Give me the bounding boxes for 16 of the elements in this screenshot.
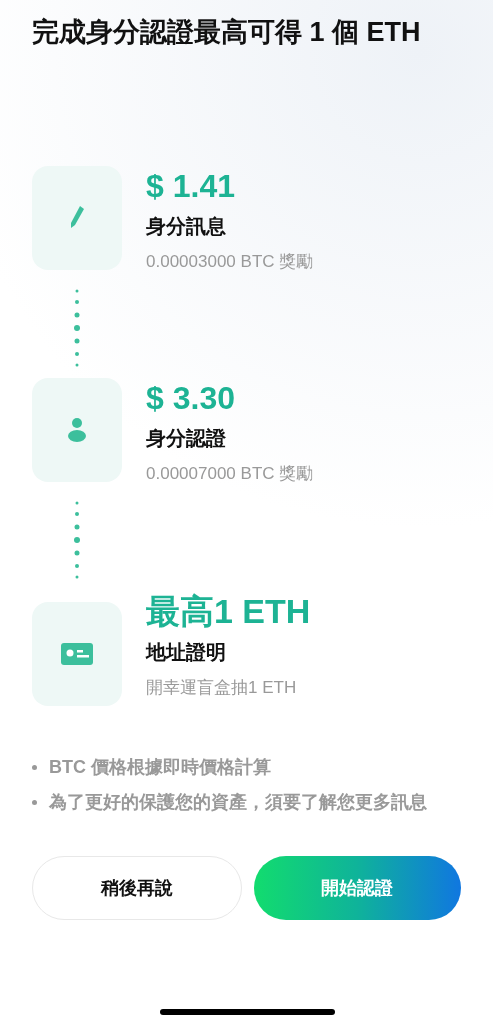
note-text: BTC 價格根據即時價格計算 — [49, 756, 271, 779]
pencil-icon — [69, 205, 85, 231]
reward-amount: $ 1.41 — [146, 167, 236, 206]
step-title: 地址證明 — [146, 640, 227, 665]
step-title: 身分訊息 — [146, 214, 227, 239]
step-reward-detail: 開幸運盲盒抽1 ETH — [146, 677, 298, 699]
page-title: 完成身分認證最高可得 1 個 ETH — [31, 16, 422, 49]
later-button[interactable]: 稍後再說 — [32, 856, 242, 920]
reward-amount: $ 3.30 — [146, 379, 236, 418]
step-title: 身分認證 — [146, 426, 227, 451]
id-card-icon — [61, 643, 93, 665]
note-text: 為了更好的保護您的資產，須要了解您更多訊息 — [49, 791, 427, 814]
step-reward-detail: 0.00003000 BTC 獎勵 — [146, 251, 314, 273]
person-icon — [67, 417, 87, 443]
step-reward-detail: 0.00007000 BTC 獎勵 — [146, 463, 314, 485]
reward-amount: 最高1 ETH — [146, 591, 311, 632]
